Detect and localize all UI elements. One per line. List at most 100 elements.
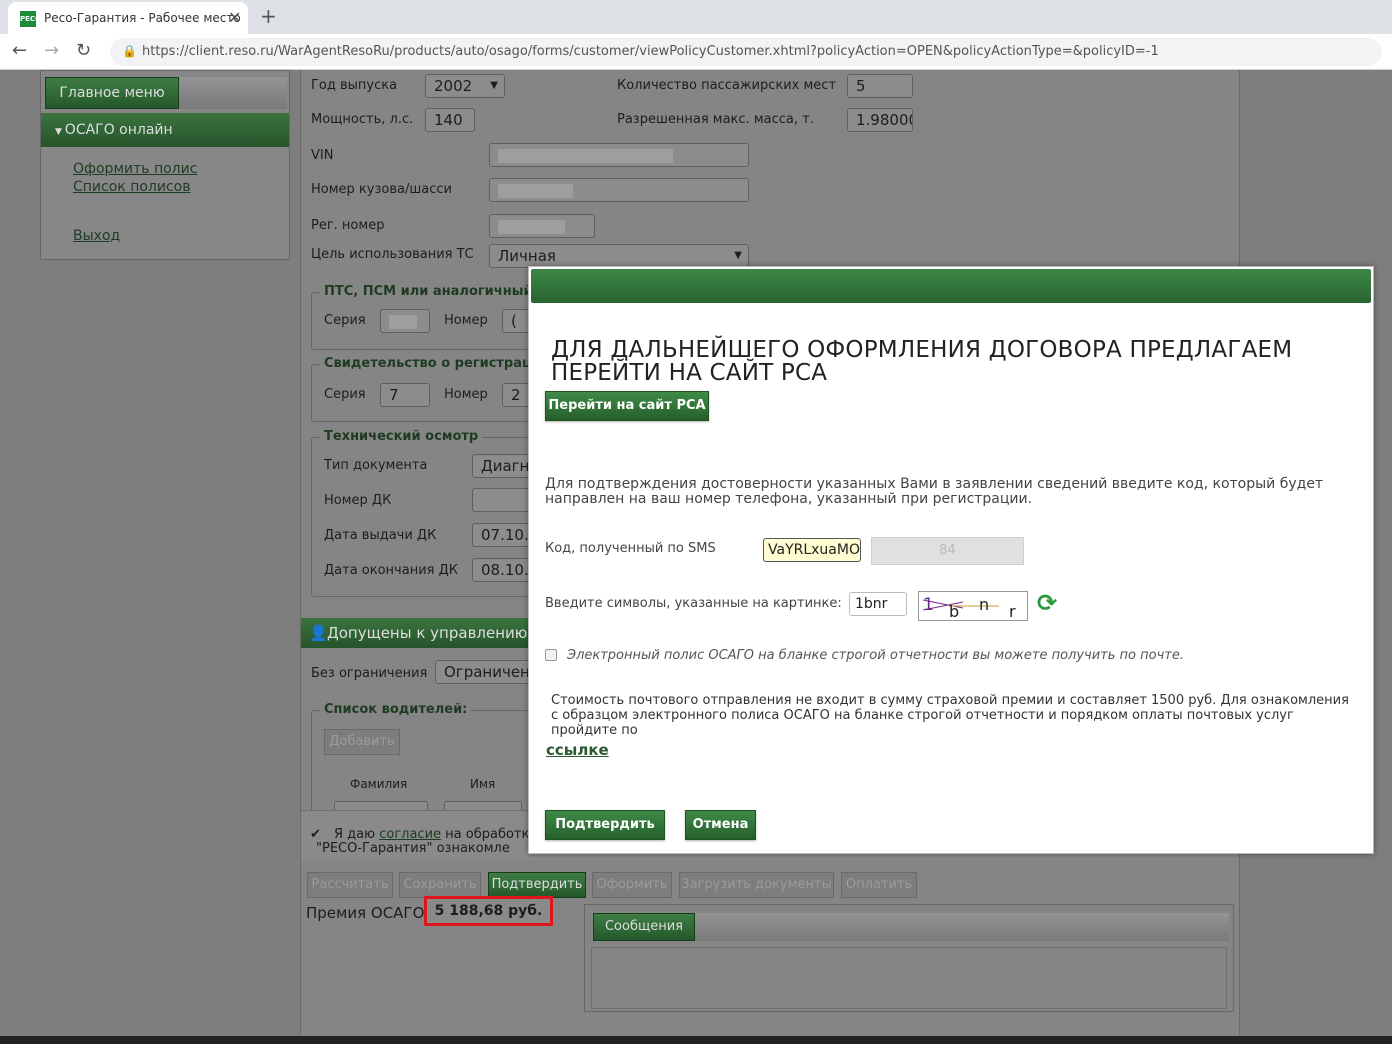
sms-code-input[interactable]: VaYRLxuaMO bbox=[763, 538, 861, 562]
forward-icon[interactable]: → bbox=[44, 40, 59, 61]
modal-header bbox=[531, 269, 1371, 303]
pts-series-input[interactable] bbox=[380, 309, 430, 333]
pts-series-label: Серия bbox=[324, 313, 366, 328]
rsa-modal: ДЛЯ ДАЛЬНЕЙШЕГО ОФОРМЛЕНИЯ ДОГОВОРА ПРЕД… bbox=[528, 266, 1374, 854]
captcha-graphic: 1 b n r bbox=[922, 595, 1016, 621]
captcha-image: 1 b n r bbox=[918, 591, 1028, 621]
premium-value: 5 188,68 руб. bbox=[424, 896, 553, 926]
purpose-select[interactable]: Личная ▼ bbox=[489, 244, 749, 268]
redacted-value bbox=[498, 219, 566, 234]
drivers-legend: Список водителей: bbox=[320, 702, 472, 717]
tab-close-icon[interactable]: ✕ bbox=[228, 8, 241, 27]
main-menu-button[interactable]: Главное меню bbox=[45, 77, 179, 109]
sms-info-text: Для подтверждения достоверности указанны… bbox=[545, 476, 1324, 507]
dropdown-arrow-icon: ▼ bbox=[734, 250, 742, 261]
pay-button[interactable]: Оплатить bbox=[841, 872, 917, 898]
sms-timer: 84 bbox=[871, 537, 1024, 565]
epolicy-mail-checkbox[interactable] bbox=[545, 649, 557, 661]
reso-favicon-icon: РЕСО bbox=[20, 11, 41, 27]
purpose-value: Личная bbox=[498, 247, 556, 265]
consent-post: на обработк bbox=[445, 827, 530, 842]
mass-label: Разрешенная макс. масса, т. bbox=[617, 112, 814, 127]
person-icon: 👤 bbox=[309, 624, 328, 642]
redacted-value bbox=[498, 183, 573, 198]
captcha-char-3: n bbox=[979, 595, 989, 614]
passengers-label: Количество пассажирских мест bbox=[617, 78, 837, 93]
sidebar-link-logout[interactable]: Выход bbox=[73, 228, 120, 244]
messages-body bbox=[591, 947, 1227, 1009]
dk-issue-label: Дата выдачи ДК bbox=[324, 528, 437, 543]
tab-messages[interactable]: Сообщения bbox=[593, 913, 695, 941]
go-rsa-button[interactable]: Перейти на сайт РСА bbox=[545, 391, 709, 421]
pts-fieldset: ПТС, ПСМ или аналогичный док Серия Номер… bbox=[311, 284, 570, 350]
reg-cert-fieldset: Свидетельство о регистрации Серия 7 Номе… bbox=[311, 356, 554, 422]
checkbox-checked-icon[interactable]: ✔ bbox=[310, 828, 321, 842]
pts-number-label: Номер bbox=[444, 313, 488, 328]
captcha-char-2: b bbox=[949, 602, 959, 620]
reg-cert-series-label: Серия bbox=[324, 387, 366, 402]
sidebar-section-label: ОСАГО онлайн bbox=[64, 122, 173, 138]
premium-label: Премия ОСАГО bbox=[306, 904, 425, 922]
sidebar-link-policy-list[interactable]: Список полисов bbox=[73, 179, 190, 195]
year-label: Год выпуска bbox=[311, 78, 398, 93]
taskbar-strip bbox=[0, 1036, 1392, 1044]
consent-line2: "РЕСО-Гарантия" ознакомле bbox=[316, 841, 510, 856]
no-limit-select[interactable]: Ограничен bbox=[435, 660, 541, 684]
modal-confirm-button[interactable]: Подтвердить bbox=[545, 810, 665, 840]
reload-icon[interactable]: ↻ bbox=[76, 40, 91, 61]
captcha-label: Введите символы, указанные на картинке: bbox=[545, 596, 842, 611]
chevron-down-icon: ▼ bbox=[55, 127, 65, 137]
dropdown-arrow-icon: ▼ bbox=[490, 80, 498, 91]
column-surname: Фамилия bbox=[350, 777, 408, 791]
tab-title: Ресо-Гарантия - Рабочее место bbox=[44, 11, 241, 25]
passengers-input[interactable]: 5 bbox=[847, 74, 913, 98]
add-driver-button[interactable]: Добавить bbox=[324, 729, 400, 755]
drivers-section-label: Допущены к управлению bbox=[327, 624, 528, 642]
sidebar-section-osago[interactable]: ▼ ОСАГО онлайн bbox=[41, 113, 289, 147]
redacted-value bbox=[498, 148, 673, 163]
new-tab-icon[interactable]: + bbox=[260, 4, 277, 28]
drivers-section-bar[interactable]: 👤 Допущены к управлению bbox=[301, 618, 541, 648]
sms-code-label: Код, полученный по SMS bbox=[545, 541, 716, 556]
browser-tab[interactable]: РЕСО Ресо-Гарантия - Рабочее место ✕ bbox=[8, 2, 248, 34]
consent-link[interactable]: согласие bbox=[379, 827, 441, 842]
tech-inspection-legend: Технический осмотр bbox=[320, 429, 483, 444]
captcha-char-4: r bbox=[1009, 602, 1016, 620]
vin-input[interactable] bbox=[489, 143, 749, 167]
year-value: 2002 bbox=[434, 77, 473, 95]
url-text: https://client.reso.ru/WarAgentResoRu/pr… bbox=[142, 44, 1159, 59]
calculate-button[interactable]: Рассчитать bbox=[307, 872, 393, 898]
purpose-label: Цель использования ТС bbox=[311, 247, 474, 262]
mass-input[interactable]: 1.98000 bbox=[847, 108, 913, 132]
upload-docs-button[interactable]: Загрузить документы bbox=[679, 872, 834, 898]
power-input[interactable]: 140 bbox=[425, 108, 475, 132]
address-bar[interactable]: 🔒 https://client.reso.ru/WarAgentResoRu/… bbox=[110, 38, 1382, 66]
lock-icon: 🔒 bbox=[122, 44, 137, 58]
reg-number-label: Рег. номер bbox=[311, 218, 385, 233]
save-button[interactable]: Сохранить bbox=[399, 872, 481, 898]
reg-cert-number-label: Номер bbox=[444, 387, 488, 402]
body-number-label: Номер кузова/шасси bbox=[311, 182, 452, 197]
year-select[interactable]: 2002 ▼ bbox=[425, 74, 505, 98]
refresh-captcha-icon[interactable]: ⟳ bbox=[1037, 589, 1057, 617]
messages-panel: Сообщения bbox=[584, 904, 1234, 1012]
modal-cancel-button[interactable]: Отмена bbox=[685, 810, 756, 840]
body-number-input[interactable] bbox=[489, 178, 749, 202]
back-icon[interactable]: ← bbox=[12, 40, 27, 61]
consent-pre: Я даю bbox=[334, 827, 376, 842]
sample-policy-link[interactable]: ссылке bbox=[546, 741, 609, 759]
sidebar-link-issue-policy[interactable]: Оформить полис bbox=[73, 161, 197, 177]
no-limit-label: Без ограничения bbox=[311, 666, 428, 681]
reg-cert-series-input[interactable]: 7 bbox=[380, 383, 430, 407]
captcha-input[interactable]: 1bnr bbox=[849, 592, 907, 616]
menu-strip bbox=[179, 77, 287, 109]
postage-text: Стоимость почтового отправления не входи… bbox=[551, 693, 1349, 738]
reg-number-input[interactable] bbox=[489, 214, 595, 238]
dk-end-label: Дата окончания ДК bbox=[324, 563, 458, 578]
issue-button[interactable]: Оформить bbox=[592, 872, 672, 898]
modal-title: ДЛЯ ДАЛЬНЕЙШЕГО ОФОРМЛЕНИЯ ДОГОВОРА ПРЕД… bbox=[551, 337, 1293, 386]
confirm-form-button[interactable]: Подтвердить bbox=[488, 872, 586, 898]
column-name: Имя bbox=[470, 777, 496, 791]
power-label: Мощность, л.с. bbox=[311, 112, 414, 127]
doc-type-label: Тип документа bbox=[324, 458, 428, 473]
